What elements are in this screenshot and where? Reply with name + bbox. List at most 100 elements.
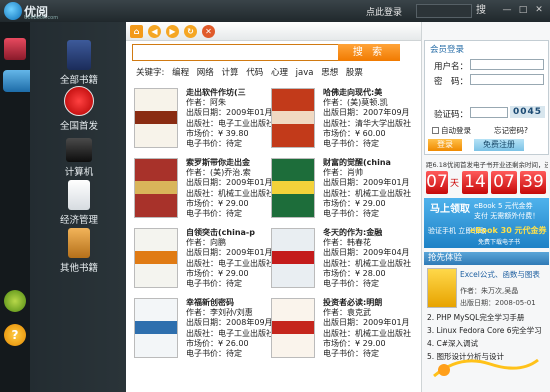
keyword-link[interactable]: 编程: [172, 68, 189, 78]
book-icon: [67, 40, 91, 70]
book-eprice: 电子书价：待定: [323, 279, 379, 289]
category-other-books[interactable]: 其他书籍: [44, 228, 114, 274]
hot-list-item[interactable]: 4. C#深入调试: [427, 338, 478, 349]
username-field[interactable]: [470, 59, 544, 70]
online-store-icon[interactable]: [3, 70, 30, 92]
promo-line3: 支付 无需额外付费！: [474, 212, 540, 220]
book-publisher: 出版社：机械工业出版社: [323, 188, 411, 198]
timer-minutes: 07: [491, 171, 517, 194]
book-item[interactable]: 冬天的作为:金融 作者：韩春花 出版日期：2009年04月 出版社：机械工业出版…: [271, 228, 411, 293]
refresh-icon[interactable]: ↻: [184, 25, 197, 38]
hot-feature-title[interactable]: Excel公式、函数与图表: [460, 269, 540, 280]
promo-line2: eBook 5 元代金券: [474, 202, 533, 210]
book-author: 作者：向鹏: [186, 238, 226, 248]
book-eprice: 电子书价：待定: [323, 349, 379, 359]
logo-subtitle: Uokbook.com: [24, 15, 59, 21]
book-title[interactable]: 索罗斯带你走出金: [186, 158, 276, 168]
keyword-link[interactable]: 心理: [271, 68, 288, 78]
keyword-link[interactable]: java: [296, 68, 314, 78]
category-computer[interactable]: 计算机: [44, 134, 114, 178]
maximize-button[interactable]: □: [516, 3, 530, 17]
book-title[interactable]: 哈佛走向现代:美: [323, 88, 413, 98]
book-title[interactable]: 冬天的作为:金融: [323, 228, 413, 238]
password-field[interactable]: [470, 74, 544, 85]
book-publisher: 出版社：电子工业出版社: [186, 118, 274, 128]
book-publisher: 出版社：电子工业出版社: [186, 328, 274, 338]
category-economics[interactable]: 经济管理: [44, 180, 114, 226]
minimize-button[interactable]: —: [500, 3, 514, 17]
book-cover[interactable]: [134, 158, 178, 218]
captcha-image[interactable]: 0045: [510, 106, 545, 118]
category-all-books[interactable]: 全部书籍: [44, 40, 114, 86]
book-publisher: 出版社：电子工业出版社: [186, 258, 274, 268]
book-item[interactable]: 投资者必读:明朗 作者：袁克武 出版日期：2009年01月 出版社：机械工业出版…: [271, 298, 411, 363]
book-cover[interactable]: [134, 298, 178, 358]
book-cover[interactable]: [134, 88, 178, 148]
hot-list-item[interactable]: 2. PHP MySQL完全学习手册: [427, 312, 524, 323]
book-title[interactable]: 财富的觉醒(china: [323, 158, 413, 168]
book-item[interactable]: 自领突击(china-p 作者：向鹏 出版日期：2009年01月 出版社：电子工…: [134, 228, 274, 293]
book-publisher: 出版社：机械工业出版社: [323, 328, 411, 338]
stop-icon[interactable]: ✕: [202, 25, 215, 38]
keyword-link[interactable]: 股票: [346, 68, 363, 78]
book-author: 作者：袁克武: [323, 308, 371, 318]
help-icon[interactable]: ?: [4, 324, 26, 346]
book-author: 作者：(美)乔治.索: [186, 168, 251, 178]
book-item[interactable]: 走出软件作坊(三 作者：阿朱 出版日期：2009年01月 出版社：电子工业出版社…: [134, 88, 274, 153]
book-item[interactable]: 索罗斯带你走出金 作者：(美)乔治.索 出版日期：2009年01月 出版社：机械…: [134, 158, 274, 223]
keyword-link[interactable]: 网络: [197, 68, 214, 78]
keyword-link[interactable]: 代码: [246, 68, 263, 78]
book-publisher: 出版社：机械工业出版社: [323, 258, 411, 268]
hot-feature-cover[interactable]: [427, 268, 457, 308]
promo-banner[interactable]: 马上领取 eBook 5 元代金券 支付 无需额外付费！ 验证手机 立即领取 e…: [424, 198, 549, 248]
book-item[interactable]: 财富的觉醒(china 作者：肖帅 出版日期：2009年01月 出版社：机械工业…: [271, 158, 411, 223]
close-button[interactable]: ✕: [532, 3, 546, 17]
bookshelf-icon[interactable]: [4, 38, 26, 60]
category-first-release[interactable]: 全国首发: [44, 86, 114, 132]
countdown-notice: 距6.18优阅首发电子书开业还剩余时间，还有: [426, 161, 548, 169]
book-title[interactable]: 幸福新创密码: [186, 298, 276, 308]
book-title[interactable]: 投资者必读:明朗: [323, 298, 413, 308]
register-button[interactable]: 免费注册: [474, 139, 524, 151]
login-link[interactable]: 点此登录: [366, 5, 402, 18]
search-icon[interactable]: 搜: [474, 4, 488, 18]
hot-list-item[interactable]: 3. Linux Fedora Core 6完全学习: [427, 325, 542, 336]
book-date: 出版日期：2009年01月: [186, 248, 273, 258]
book-title[interactable]: 走出软件作坊(三: [186, 88, 276, 98]
book-cover[interactable]: [271, 298, 315, 358]
book-cover[interactable]: [271, 88, 315, 148]
book-item[interactable]: 幸福新创密码 作者：李刘孙/刘惠 出版日期：2008年09月 出版社：电子工业出…: [134, 298, 274, 363]
book-cover[interactable]: [271, 158, 315, 218]
book-publisher: 出版社：清华大学出版社: [323, 118, 411, 128]
captcha-field[interactable]: [470, 107, 508, 118]
auto-login-label: 自动登录: [441, 126, 471, 135]
settings-gear-icon[interactable]: [4, 290, 26, 312]
keyword-link[interactable]: 计算: [222, 68, 239, 78]
category-label: 经济管理: [59, 215, 98, 226]
forward-icon[interactable]: ▶: [166, 25, 179, 38]
other-books-icon: [68, 228, 90, 258]
keyword-list: 关键字: 编程 网络 计算 代码 心理 java 思想 股票: [136, 66, 368, 78]
login-button[interactable]: 登录: [428, 139, 462, 151]
book-price: 市场价：¥ 29.00: [186, 268, 249, 278]
back-icon[interactable]: ◀: [148, 25, 161, 38]
title-search-input[interactable]: [416, 4, 472, 18]
keyword-link[interactable]: 思想: [321, 68, 338, 78]
auto-login-checkbox[interactable]: 自动登录: [432, 125, 471, 136]
book-eprice: 电子书价：待定: [323, 209, 379, 219]
search-input[interactable]: [134, 46, 334, 59]
forgot-password-link[interactable]: 忘记密码?: [494, 125, 528, 136]
first-release-icon: [64, 86, 94, 116]
book-item[interactable]: 哈佛走向现代:美 作者：(美)莫顿.凯 出版日期：2007年09月 出版社：清华…: [271, 88, 411, 153]
book-cover[interactable]: [271, 228, 315, 288]
book-title[interactable]: 自领突击(china-p: [186, 228, 276, 238]
search-button[interactable]: 搜 索: [338, 44, 400, 61]
book-cover[interactable]: [134, 228, 178, 288]
home-icon[interactable]: ⌂: [130, 25, 143, 38]
category-label: 全部书籍: [59, 75, 98, 86]
logo-icon: [4, 2, 22, 20]
book-eprice: 电子书价：待定: [323, 139, 379, 149]
economics-icon: [68, 180, 90, 210]
title-bar: 优阅 Uokbook.com 点此登录 搜 — □ ✕: [0, 0, 550, 22]
book-author: 作者：韩春花: [323, 238, 371, 248]
